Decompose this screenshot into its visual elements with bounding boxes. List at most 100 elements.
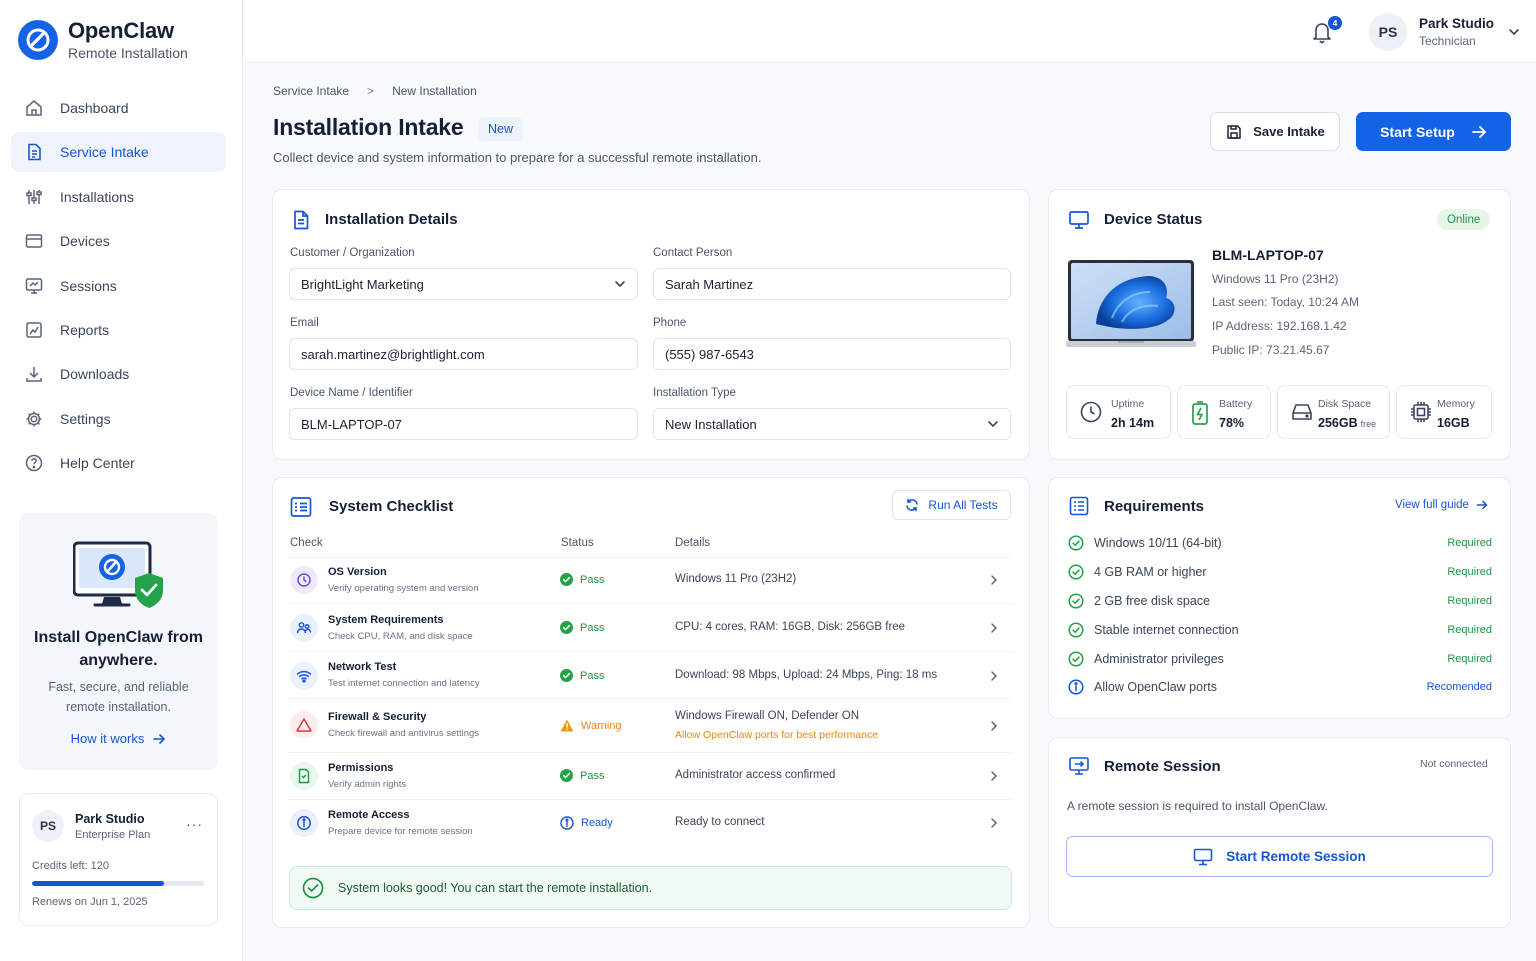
list-icon (1069, 496, 1089, 516)
table-row-system-requirements[interactable]: System Requirements Check CPU, RAM, and … (288, 604, 1012, 652)
how-it-works-link[interactable]: How it works (19, 731, 218, 746)
sidebar-item-devices[interactable]: Devices (11, 221, 226, 261)
device-name-field[interactable]: BLM-LAPTOP-07 (289, 408, 638, 440)
chevron-down-icon[interactable] (1508, 26, 1520, 38)
sidebar-item-help-center[interactable]: Help Center (11, 443, 226, 483)
save-icon (1227, 124, 1241, 139)
save-intake-button[interactable]: Save Intake (1210, 112, 1340, 151)
account-card: PS Park Studio Enterprise Plan ··· Credi… (19, 793, 218, 926)
sidebar-item-label: Settings (60, 410, 111, 427)
status-label: Ready (581, 817, 613, 829)
battery-icon (1192, 401, 1208, 425)
memory-value: 16GB (1437, 416, 1470, 430)
chevron-right-icon (991, 671, 998, 681)
contact-person-field[interactable]: Sarah Martinez (653, 268, 1011, 300)
breadcrumb: Service Intake > New Installation (273, 84, 477, 98)
help-icon (25, 454, 43, 472)
memory-stat: Memory 16GB (1396, 385, 1492, 439)
status-label: Warning (581, 719, 622, 732)
credits-left: Credits left: 120 (32, 860, 110, 872)
start-setup-label: Start Setup (1380, 123, 1455, 140)
info-circle-icon (560, 816, 574, 830)
table-row-remote-access[interactable]: Remote Access Prepare device for remote … (288, 800, 1012, 848)
sidebar-item-label: Reports (60, 321, 110, 338)
os-version-row-icon (290, 566, 318, 594)
requirement-label: Stable internet connection (1094, 623, 1239, 637)
requirement-item: Stable internet connection Required (1068, 622, 1492, 638)
device-ip-address: IP Address: 192.168.1.42 (1212, 319, 1347, 333)
device-last-seen: Last seen: Today, 10:24 AM (1212, 295, 1359, 309)
user-name[interactable]: Park Studio (1419, 16, 1494, 31)
start-remote-session-button[interactable]: Start Remote Session (1066, 836, 1493, 877)
installation-details-title: Installation Details (325, 211, 458, 228)
installation-type-select[interactable]: New Installation (653, 408, 1011, 440)
brand[interactable]: OpenClaw Remote Installation (18, 18, 188, 61)
notification-count-badge: 4 (1328, 16, 1342, 30)
sidebar-item-reports[interactable]: Reports (11, 310, 226, 350)
page-title: Installation Intake (273, 114, 464, 140)
home-icon (26, 100, 42, 116)
check-title: Firewall & Security (328, 711, 427, 723)
top-bar: 4 PS Park Studio Technician (243, 0, 1536, 63)
connection-status: Not connected (1420, 758, 1488, 770)
status-pass: Pass (560, 573, 604, 586)
table-row-os-version[interactable]: OS Version Verify operating system and v… (288, 557, 1012, 604)
arrow-right-icon (1471, 125, 1487, 138)
table-row-firewall-security[interactable]: Firewall & Security Check firewall and a… (288, 699, 1012, 753)
check-title: Remote Access (328, 809, 410, 821)
battery-value: 78% (1219, 416, 1245, 430)
check-subtitle: Check firewall and antivirus settings (328, 728, 480, 739)
requirement-badge: Required (1447, 566, 1492, 578)
avatar[interactable]: PS (32, 810, 64, 842)
table-row-permissions[interactable]: Permissions Verify admin rights Pass Adm… (288, 753, 1012, 800)
sidebar-item-service-intake[interactable]: Service Intake (11, 132, 226, 173)
run-all-tests-button[interactable]: Run All Tests (892, 490, 1011, 520)
promo-card: Install OpenClaw from anywhere. Fast, se… (19, 513, 218, 770)
sidebar-item-label: Dashboard (60, 100, 129, 116)
people-icon (296, 622, 312, 634)
sidebar-item-installations[interactable]: Installations (11, 177, 226, 217)
remote-monitor-icon (1069, 757, 1089, 775)
chevron-right-icon (991, 721, 998, 731)
sidebar-item-sessions[interactable]: Sessions (11, 266, 226, 306)
sidebar-item-dashboard[interactable]: Dashboard (11, 88, 226, 128)
device-os: Windows 11 Pro (23H2) (1212, 272, 1339, 286)
credits-progress-bar (32, 881, 204, 886)
disk-space-value: 256GB free (1318, 416, 1376, 430)
view-full-guide-link[interactable]: View full guide (1395, 499, 1488, 511)
system-ok-banner: System looks good! You can start the rem… (289, 866, 1012, 910)
requirement-label: 4 GB RAM or higher (1094, 565, 1207, 579)
sidebar-item-settings[interactable]: Settings (11, 399, 226, 439)
requirement-label: Windows 10/11 (64-bit) (1094, 536, 1222, 550)
checklist-icon (290, 497, 312, 517)
check-subtitle: Prepare device for remote session (328, 826, 473, 837)
requirement-label: Administrator privileges (1094, 652, 1224, 666)
phone-field[interactable]: (555) 987-6543 (653, 338, 1011, 370)
status-label: Pass (580, 669, 605, 682)
status-pass: Pass (560, 669, 604, 682)
sidebar-item-downloads[interactable]: Downloads (11, 354, 226, 394)
system-requirements-row-icon (290, 614, 318, 642)
hard-drive-icon (1292, 404, 1312, 420)
promo-description: Fast, secure, and reliable remote instal… (48, 680, 189, 714)
user-avatar[interactable]: PS (1369, 13, 1407, 51)
more-options-button[interactable]: ··· (186, 816, 203, 832)
start-remote-session-label: Start Remote Session (1226, 849, 1366, 864)
email-field[interactable]: sarah.martinez@brightlight.com (289, 338, 638, 370)
page-description: Collect device and system information to… (273, 150, 762, 165)
table-row-network-test[interactable]: Network Test Test internet connection an… (288, 652, 1012, 699)
breadcrumb-service-intake[interactable]: Service Intake (273, 84, 349, 98)
check-details: Download: 98 Mbps, Upload: 24 Mbps, Ping… (675, 669, 938, 681)
check-details-note: Allow OpenClaw ports for best performanc… (675, 729, 879, 741)
customer-select[interactable]: BrightLight Marketing (289, 268, 638, 300)
requirement-item: Allow OpenClaw ports Recomended (1068, 679, 1492, 695)
check-circle-icon (1068, 651, 1084, 667)
laptop-image (1066, 260, 1196, 347)
start-setup-button[interactable]: Start Setup (1356, 112, 1511, 151)
remote-session-description: A remote session is required to install … (1067, 799, 1328, 813)
check-circle-icon (1068, 535, 1084, 551)
check-details: Windows Firewall ON, Defender ON (675, 710, 860, 722)
sidebar: OpenClaw Remote Installation Dashboard S… (0, 0, 243, 961)
check-title: Permissions (328, 762, 394, 774)
check-subtitle: Verify admin rights (328, 779, 407, 790)
